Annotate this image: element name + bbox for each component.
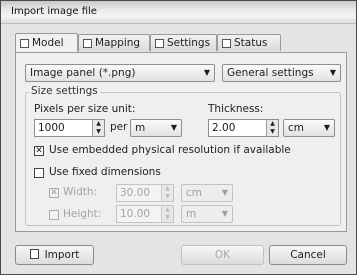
model-icon xyxy=(20,38,29,48)
import-dialog: Import image file Model Mapping Settings… xyxy=(0,0,357,275)
chevron-down-icon: ▼ xyxy=(323,123,330,132)
source-type-value: Image panel (*.png) xyxy=(30,67,136,79)
size-settings-group: Size settings Pixels per size unit: 1000… xyxy=(25,85,341,226)
thickness-spinbox[interactable]: 2.00 ▲ ▼ xyxy=(208,119,279,137)
per-label: per xyxy=(110,121,128,133)
thickness-label: Thickness: xyxy=(208,103,264,115)
fixed-dimensions-checkbox[interactable] xyxy=(34,168,44,178)
settings-icon xyxy=(155,38,164,48)
mapping-icon xyxy=(83,38,92,48)
chevron-down-icon: ▼ xyxy=(221,209,228,218)
spin-arrows-icon[interactable]: ▲ ▼ xyxy=(161,206,173,222)
ok-button[interactable]: OK xyxy=(181,245,264,265)
settings-mode-value: General settings xyxy=(227,67,314,79)
width-unit-value: cm xyxy=(186,187,203,199)
window-title: Import image file xyxy=(11,6,97,17)
tab-mapping[interactable]: Mapping xyxy=(78,34,150,51)
tab-model-label: Model xyxy=(32,37,64,49)
tab-model[interactable]: Model xyxy=(15,33,78,52)
height-checkbox[interactable] xyxy=(49,210,59,220)
tab-settings-label: Settings xyxy=(167,37,211,49)
thickness-unit-select[interactable]: cm ▼ xyxy=(283,119,335,137)
cancel-button[interactable]: Cancel xyxy=(269,245,347,265)
height-unit-value: m xyxy=(186,208,197,220)
height-spinbox[interactable]: 10.00 ▲ ▼ xyxy=(116,205,174,223)
chevron-down-icon: ▼ xyxy=(329,68,336,77)
width-spinbox[interactable]: 30.00 ▲ ▼ xyxy=(116,184,174,202)
chevron-down-icon: ▼ xyxy=(221,188,228,197)
width-label: Width: xyxy=(63,186,98,198)
height-unit-select[interactable]: m ▼ xyxy=(181,205,233,223)
per-unit-select[interactable]: m ▼ xyxy=(130,119,182,137)
width-value: 30.00 xyxy=(120,187,151,199)
size-settings-title: Size settings xyxy=(29,85,100,97)
embedded-resolution-checkbox[interactable]: ✕ xyxy=(34,146,44,156)
status-icon xyxy=(222,38,231,48)
pixels-per-unit-spinbox[interactable]: 1000 ▲ ▼ xyxy=(34,119,105,137)
width-unit-select[interactable]: cm ▼ xyxy=(181,184,233,202)
cancel-button-label: Cancel xyxy=(290,249,326,261)
height-label: Height: xyxy=(63,208,102,220)
source-type-select[interactable]: Image panel (*.png) ▼ xyxy=(25,64,215,82)
tab-settings[interactable]: Settings xyxy=(150,34,217,51)
pixels-per-unit-label: Pixels per size unit: xyxy=(34,103,136,115)
fixed-dimensions-label[interactable]: Use fixed dimensions xyxy=(49,166,161,178)
import-button-label: Import xyxy=(44,249,80,261)
spin-arrows-icon[interactable]: ▲ ▼ xyxy=(161,185,173,201)
title-bar[interactable]: Import image file xyxy=(1,1,356,24)
chevron-down-icon: ▼ xyxy=(170,123,177,132)
tab-mapping-label: Mapping xyxy=(95,37,141,49)
width-checkbox[interactable]: ✕ xyxy=(49,188,59,198)
thickness-value: 2.00 xyxy=(212,122,236,134)
pixels-per-unit-value: 1000 xyxy=(38,122,65,134)
spin-arrows-icon[interactable]: ▲ ▼ xyxy=(266,120,278,136)
model-tab-panel: Image panel (*.png) ▼ General settings ▼… xyxy=(15,52,347,232)
embedded-resolution-label[interactable]: Use embedded physical resolution if avai… xyxy=(49,144,291,156)
settings-mode-select[interactable]: General settings ▼ xyxy=(222,64,341,82)
per-unit-value: m xyxy=(135,122,146,134)
import-button[interactable]: Import xyxy=(15,245,94,265)
height-value: 10.00 xyxy=(120,208,151,220)
chevron-down-icon: ▼ xyxy=(203,68,210,77)
spin-arrows-icon[interactable]: ▲ ▼ xyxy=(92,120,104,136)
tab-status[interactable]: Status xyxy=(217,34,281,51)
tab-status-label: Status xyxy=(234,37,268,49)
ok-button-label: OK xyxy=(214,249,231,261)
thickness-unit-value: cm xyxy=(288,122,305,134)
import-icon xyxy=(29,249,39,259)
